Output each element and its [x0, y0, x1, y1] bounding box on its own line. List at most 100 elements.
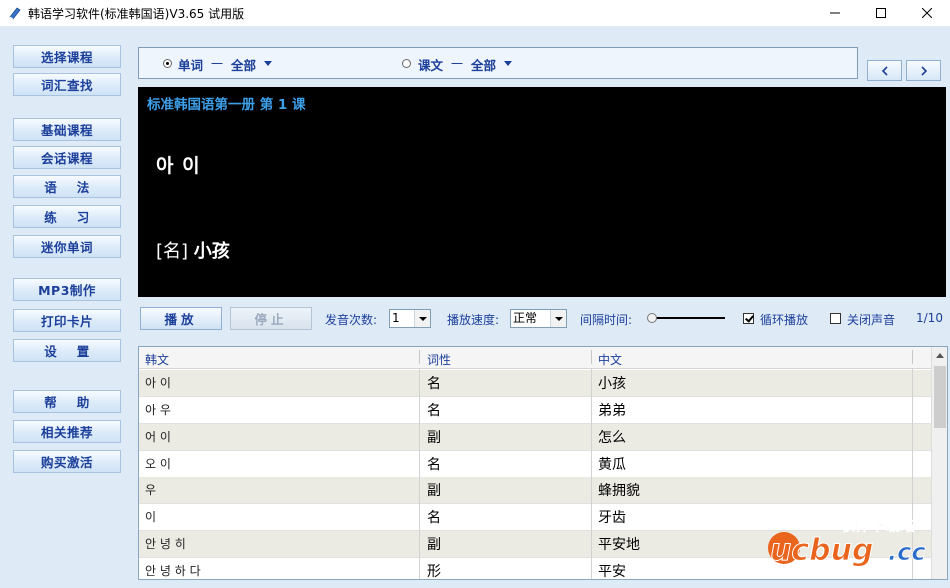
title-bar: 韩语学习软件(标准韩国语)V3.65 试用版 — [0, 0, 950, 26]
nav-recommend-button[interactable]: 相关推荐 — [13, 420, 121, 443]
cell-pos: 名 — [427, 509, 441, 526]
nav-select-course-button[interactable]: 选择课程 — [13, 45, 121, 68]
nav-grammar-button[interactable]: 语 法 — [13, 175, 121, 198]
table-row[interactable]: 아 이 名 小孩 — [139, 370, 931, 397]
nav-print-cards-button[interactable]: 打印卡片 — [13, 309, 121, 332]
next-button[interactable] — [906, 60, 941, 81]
cell-chinese: 牙齿 — [598, 509, 626, 526]
nav-help-button[interactable]: 帮 助 — [13, 390, 121, 413]
mute-label[interactable]: 关闭声音 — [847, 311, 895, 328]
scrollbar-thumb[interactable] — [934, 366, 946, 428]
text-radio-label[interactable]: 课文 — [418, 55, 443, 74]
nav-purchase-button[interactable]: 购买激活 — [13, 450, 121, 473]
text-dash: 一 — [451, 57, 464, 71]
page-indicator: 1/10 — [916, 311, 943, 325]
mute-checkbox[interactable] — [830, 313, 841, 324]
word-display-panel: 标准韩国语第一册 第 1 课 아 이 [名] 小孩 — [138, 87, 946, 297]
text-radio[interactable] — [402, 59, 411, 68]
loop-checkbox[interactable] — [743, 313, 754, 324]
cell-korean: 어 이 — [145, 430, 171, 445]
table-header: 韩文 词性 中文 — [139, 347, 931, 369]
cell-korean: 오 이 — [145, 457, 171, 472]
lesson-title: 标准韩国语第一册 第 1 课 — [147, 97, 306, 113]
table-row[interactable]: 어 이 副 怎么 — [139, 424, 931, 451]
cell-pos: 名 — [427, 456, 441, 473]
chevron-down-icon — [414, 310, 430, 327]
repeat-count-select[interactable]: 1 — [389, 309, 431, 328]
stop-button[interactable]: 停止 — [230, 307, 312, 330]
play-speed-select[interactable]: 正常 — [510, 309, 567, 328]
cell-chinese: 平安地 — [598, 536, 640, 553]
cell-pos: 副 — [427, 536, 441, 553]
table-row[interactable]: 우 副 蜂拥貌 — [139, 477, 931, 504]
nav-basic-course-button[interactable]: 基础课程 — [13, 118, 121, 141]
repeat-count-label: 发音次数: — [325, 313, 378, 327]
cell-pos: 名 — [427, 375, 441, 392]
window-title: 韩语学习软件(标准韩国语)V3.65 试用版 — [28, 7, 245, 21]
nav-settings-button[interactable]: 设 置 — [13, 339, 121, 362]
column-divider[interactable] — [591, 350, 592, 364]
word-radio-label[interactable]: 单词 — [178, 55, 203, 74]
svg-text:.cc: .cc — [888, 538, 926, 566]
cell-chinese: 怎么 — [598, 429, 626, 446]
ucbug-watermark-logo: 软件下载站 ucbug .cc — [768, 516, 926, 569]
table-row[interactable]: 아 우 名 弟弟 — [139, 397, 931, 424]
nav-vocab-search-button[interactable]: 词汇查找 — [13, 73, 121, 96]
cell-korean: 이 — [145, 510, 157, 525]
cell-pos: 副 — [427, 429, 441, 446]
maximize-button[interactable] — [858, 0, 904, 26]
interval-slider-thumb[interactable] — [647, 313, 657, 323]
chevron-left-icon — [881, 65, 888, 76]
korean-word: 아 이 — [156, 155, 201, 177]
text-scope-dropdown[interactable]: 全部 — [471, 55, 496, 74]
column-divider[interactable] — [912, 350, 913, 364]
cell-pos: 形 — [427, 563, 441, 580]
cell-chinese: 小孩 — [598, 375, 626, 392]
word-radio[interactable] — [163, 59, 172, 68]
nav-practice-button[interactable]: 练 习 — [13, 205, 121, 228]
scroll-up-arrow-icon[interactable] — [932, 347, 947, 364]
chevron-down-icon — [504, 61, 512, 66]
cell-korean: 우 — [145, 483, 157, 498]
nav-mp3-button[interactable]: MP3制作 — [13, 278, 121, 301]
minimize-button[interactable] — [812, 0, 858, 26]
cell-chinese: 蜂拥貌 — [598, 482, 640, 499]
nav-conversation-button[interactable]: 会话课程 — [13, 146, 121, 169]
column-divider[interactable] — [419, 350, 420, 364]
cell-korean: 아 우 — [145, 403, 171, 418]
chevron-down-icon — [550, 310, 566, 327]
cell-pos: 副 — [427, 482, 441, 499]
column-header-chinese[interactable]: 中文 — [598, 351, 622, 368]
column-gridline — [419, 369, 420, 579]
interval-label: 间隔时间: — [580, 313, 633, 327]
word-dash: 一 — [211, 57, 224, 71]
filter-panel: 单词 一 全部 课文 一 全部 — [138, 47, 858, 79]
repeat-count-value: 1 — [392, 311, 400, 325]
word-scope-dropdown[interactable]: 全部 — [231, 55, 256, 74]
play-speed-value: 正常 — [513, 311, 538, 325]
svg-text:ucbug: ucbug — [770, 533, 873, 568]
play-speed-label: 播放速度: — [447, 313, 500, 327]
interval-slider-track[interactable] — [652, 317, 725, 319]
part-of-speech-tag: [名] — [156, 241, 189, 262]
loop-label[interactable]: 循环播放 — [760, 311, 808, 328]
column-header-pos[interactable]: 词性 — [427, 351, 451, 368]
minimize-icon — [830, 12, 840, 14]
column-header-korean[interactable]: 韩文 — [145, 351, 169, 368]
play-button[interactable]: 播放 — [140, 307, 222, 330]
cell-pos: 名 — [427, 402, 441, 419]
close-button[interactable] — [904, 0, 950, 26]
word-meaning: [名] 小孩 — [156, 237, 230, 263]
cell-korean: 안 녕 하 다 — [145, 564, 201, 579]
close-icon — [922, 8, 932, 18]
chevron-down-icon — [264, 61, 272, 66]
app-book-icon — [9, 7, 21, 20]
cell-korean: 안 녕 히 — [145, 537, 186, 552]
chevron-right-icon — [920, 65, 927, 76]
nav-mini-words-button[interactable]: 迷你单词 — [13, 235, 121, 258]
maximize-icon — [876, 8, 886, 18]
column-gridline — [591, 369, 592, 579]
prev-button[interactable] — [867, 60, 902, 81]
table-row[interactable]: 오 이 名 黄瓜 — [139, 451, 931, 478]
cell-chinese: 弟弟 — [598, 402, 626, 419]
